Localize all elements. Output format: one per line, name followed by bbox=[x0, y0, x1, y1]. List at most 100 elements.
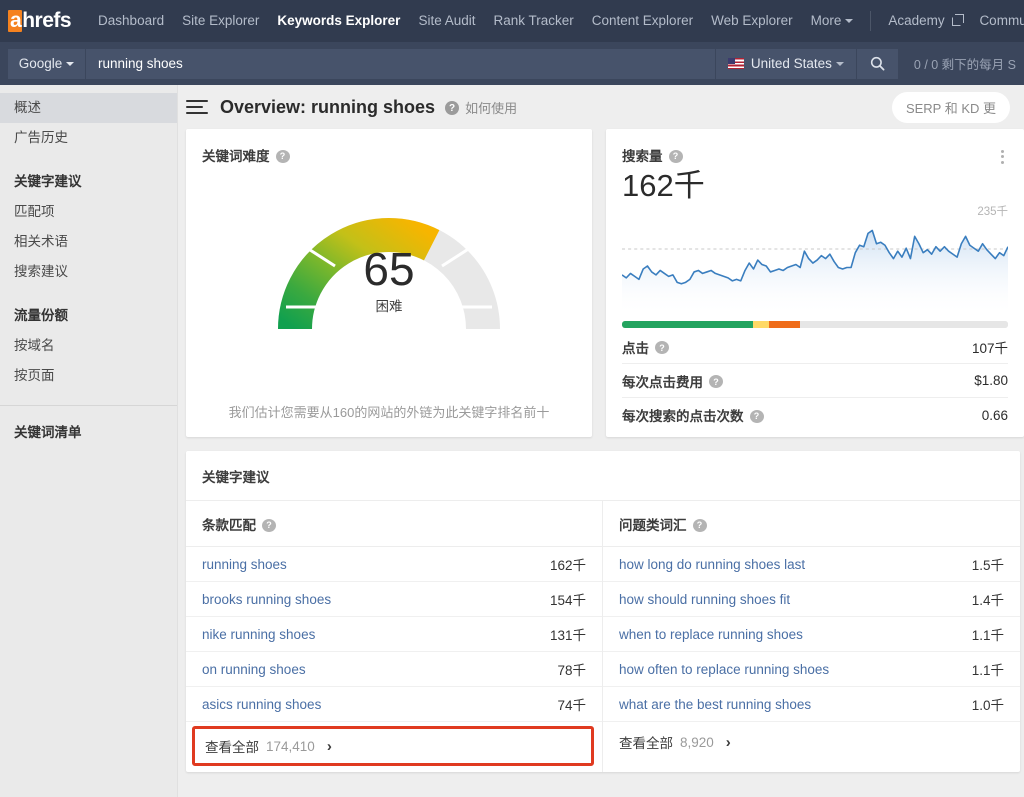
sidebar-item-按页面[interactable]: 按页面 bbox=[0, 361, 177, 391]
sidebar-item-相关术语[interactable]: 相关术语 bbox=[0, 227, 177, 257]
keyword-link[interactable]: asics running shoes bbox=[202, 697, 321, 712]
keyword-row: asics running shoes 74千 bbox=[186, 687, 602, 722]
logo-text: hrefs bbox=[22, 9, 72, 32]
search-engine-select[interactable]: Google bbox=[8, 48, 86, 79]
stat-value: $1.80 bbox=[974, 373, 1008, 388]
nav-community[interactable]: Commu bbox=[970, 0, 1024, 42]
keyword-row: brooks running shoes 154千 bbox=[186, 582, 602, 617]
sidebar-item-概述[interactable]: 概述 bbox=[0, 93, 177, 123]
view-all-label: 查看全部 bbox=[205, 740, 259, 755]
sidebar-item-搜索建议[interactable]: 搜索建议 bbox=[0, 257, 177, 287]
kd-difficulty-label: 困难 bbox=[375, 299, 403, 314]
sidebar-divider bbox=[0, 405, 177, 406]
more-options-icon[interactable] bbox=[997, 145, 1008, 168]
search-volume-card: 搜索量 ? 162千 235千 点击 ? 107千 每次点击费用 ? $1.80… bbox=[606, 129, 1024, 437]
page-title: Overview: running shoes bbox=[220, 96, 436, 117]
help-icon[interactable]: ? bbox=[262, 518, 276, 532]
view-all-button[interactable]: 查看全部 8,920 › bbox=[603, 722, 1020, 762]
sidebar-item-label: 概述 bbox=[14, 100, 41, 115]
keyword-link[interactable]: nike running shoes bbox=[202, 627, 315, 642]
country-select[interactable]: United States bbox=[714, 48, 856, 79]
keyword-link[interactable]: brooks running shoes bbox=[202, 592, 331, 607]
kd-value: 65 bbox=[363, 243, 415, 295]
view-all-button[interactable]: 查看全部 174,410 › bbox=[192, 726, 594, 766]
nav-item-label: Site Explorer bbox=[182, 13, 260, 28]
keyword-link[interactable]: how should running shoes fit bbox=[619, 592, 790, 607]
chevron-down-icon bbox=[845, 19, 854, 24]
sidebar-item-label: 搜索建议 bbox=[14, 264, 68, 279]
keyword-volume: 162千 bbox=[549, 558, 586, 573]
volume-value: 162千 bbox=[622, 168, 705, 203]
sidebar-item-匹配项[interactable]: 匹配项 bbox=[0, 197, 177, 227]
ideas-column-heading: 条款匹配? bbox=[186, 501, 602, 547]
help-icon[interactable]: ? bbox=[668, 149, 683, 163]
search-button[interactable] bbox=[855, 48, 898, 79]
keyword-volume: 78千 bbox=[557, 663, 586, 678]
ideas-column: 条款匹配? running shoes 162千 brooks running sho… bbox=[186, 501, 603, 772]
keyword-ideas-card: 关键字建议 条款匹配? running shoes 162千 brooks runni… bbox=[186, 451, 1020, 772]
volume-card-header: 搜索量 ? 162千 bbox=[622, 129, 1008, 205]
help-icon[interactable]: ? bbox=[445, 101, 460, 115]
nav-content-explorer[interactable]: Content Explorer bbox=[583, 0, 702, 42]
view-all-count: 174,410 bbox=[266, 738, 315, 754]
nav-divider bbox=[870, 11, 872, 31]
nav-keywords-explorer[interactable]: Keywords Explorer bbox=[268, 0, 409, 42]
view-all-label: 查看全部 bbox=[619, 736, 673, 751]
keyword-link[interactable]: running shoes bbox=[202, 557, 287, 572]
menu-toggle-icon[interactable] bbox=[186, 96, 208, 118]
chevron-right-icon: › bbox=[725, 733, 731, 751]
volume-stats-list: 点击? 107千 每次点击费用? $1.80 每次搜索的点击次数? 0.66 bbox=[622, 330, 1008, 432]
sidebar-item-label: 按页面 bbox=[14, 368, 55, 383]
nav-academy[interactable]: Academy bbox=[879, 0, 970, 42]
keyword-link[interactable]: when to replace running shoes bbox=[619, 627, 803, 642]
stat-label: 每次搜索的点击次数 bbox=[622, 409, 744, 424]
keyword-row: how long do running shoes last 1.5千 bbox=[603, 547, 1020, 582]
sidebar-item-流量份额: 流量份额 bbox=[0, 301, 177, 331]
chart-max-label: 235千 bbox=[977, 206, 1008, 218]
nav-rank-tracker[interactable]: Rank Tracker bbox=[484, 0, 582, 42]
help-icon[interactable]: ? bbox=[655, 341, 669, 354]
bar-segment-grey bbox=[799, 321, 1008, 328]
chevron-right-icon: › bbox=[326, 737, 332, 755]
click-distribution-bar bbox=[622, 321, 1008, 328]
ahrefs-logo[interactable]: a hrefs bbox=[8, 9, 72, 33]
nav-community-label: Commu bbox=[979, 13, 1024, 28]
keyword-link[interactable]: on running shoes bbox=[202, 662, 306, 677]
keyword-link[interactable]: how often to replace running shoes bbox=[619, 662, 829, 677]
stat-value: 107千 bbox=[971, 340, 1008, 356]
country-label: United States bbox=[750, 56, 832, 71]
keyword-volume: 1.1千 bbox=[971, 628, 1004, 643]
nav-site-explorer[interactable]: Site Explorer bbox=[173, 0, 268, 42]
sidebar-item-按域名[interactable]: 按域名 bbox=[0, 331, 177, 361]
nav-more[interactable]: More bbox=[802, 0, 863, 42]
chevron-down-icon bbox=[835, 61, 844, 66]
main-header: Overview: running shoes ? 如何使用 SERP 和 KD… bbox=[178, 85, 1024, 129]
keyword-input[interactable] bbox=[86, 48, 715, 79]
keyword-volume: 1.4千 bbox=[971, 593, 1004, 608]
sidebar-item-label: 关键字建议 bbox=[14, 174, 82, 189]
sidebar-item-关键字建议: 关键字建议 bbox=[0, 167, 177, 197]
stat-label-wrap: 点击? bbox=[622, 337, 669, 357]
help-icon[interactable]: ? bbox=[275, 149, 290, 163]
overview-cards-row: 关键词难度 ? 65 困难 我们估计您需要从160的网站的外链为此关键字排名前十… bbox=[178, 129, 1024, 437]
nav-site-audit[interactable]: Site Audit bbox=[409, 0, 484, 42]
volume-card-label-row: 搜索量 ? bbox=[622, 145, 705, 165]
ideas-column-heading-label: 条款匹配 bbox=[202, 518, 256, 533]
help-icon[interactable]: ? bbox=[749, 409, 764, 423]
help-icon[interactable]: ? bbox=[692, 518, 707, 532]
keyword-ideas-columns: 条款匹配? running shoes 162千 brooks running sho… bbox=[186, 501, 1020, 772]
keyword-row: how often to replace running shoes 1.1千 bbox=[603, 652, 1020, 687]
sidebar-item-关键词清单: 关键词清单 bbox=[0, 418, 177, 448]
help-icon[interactable]: ? bbox=[709, 375, 723, 388]
how-to-use-link[interactable]: 如何使用 bbox=[465, 98, 517, 117]
bar-segment-yellow bbox=[753, 321, 769, 328]
nav-item-label: Dashboard bbox=[98, 13, 165, 28]
sidebar-item-广告历史[interactable]: 广告历史 bbox=[0, 123, 177, 153]
keyword-row: running shoes 162千 bbox=[186, 547, 602, 582]
nav-dashboard[interactable]: Dashboard bbox=[89, 0, 173, 42]
chevron-down-icon bbox=[66, 61, 75, 66]
nav-web-explorer[interactable]: Web Explorer bbox=[702, 0, 802, 42]
serp-kd-update-pill[interactable]: SERP 和 KD 更 bbox=[891, 91, 1010, 123]
keyword-link[interactable]: what are the best running shoes bbox=[619, 697, 811, 712]
keyword-link[interactable]: how long do running shoes last bbox=[619, 557, 805, 572]
